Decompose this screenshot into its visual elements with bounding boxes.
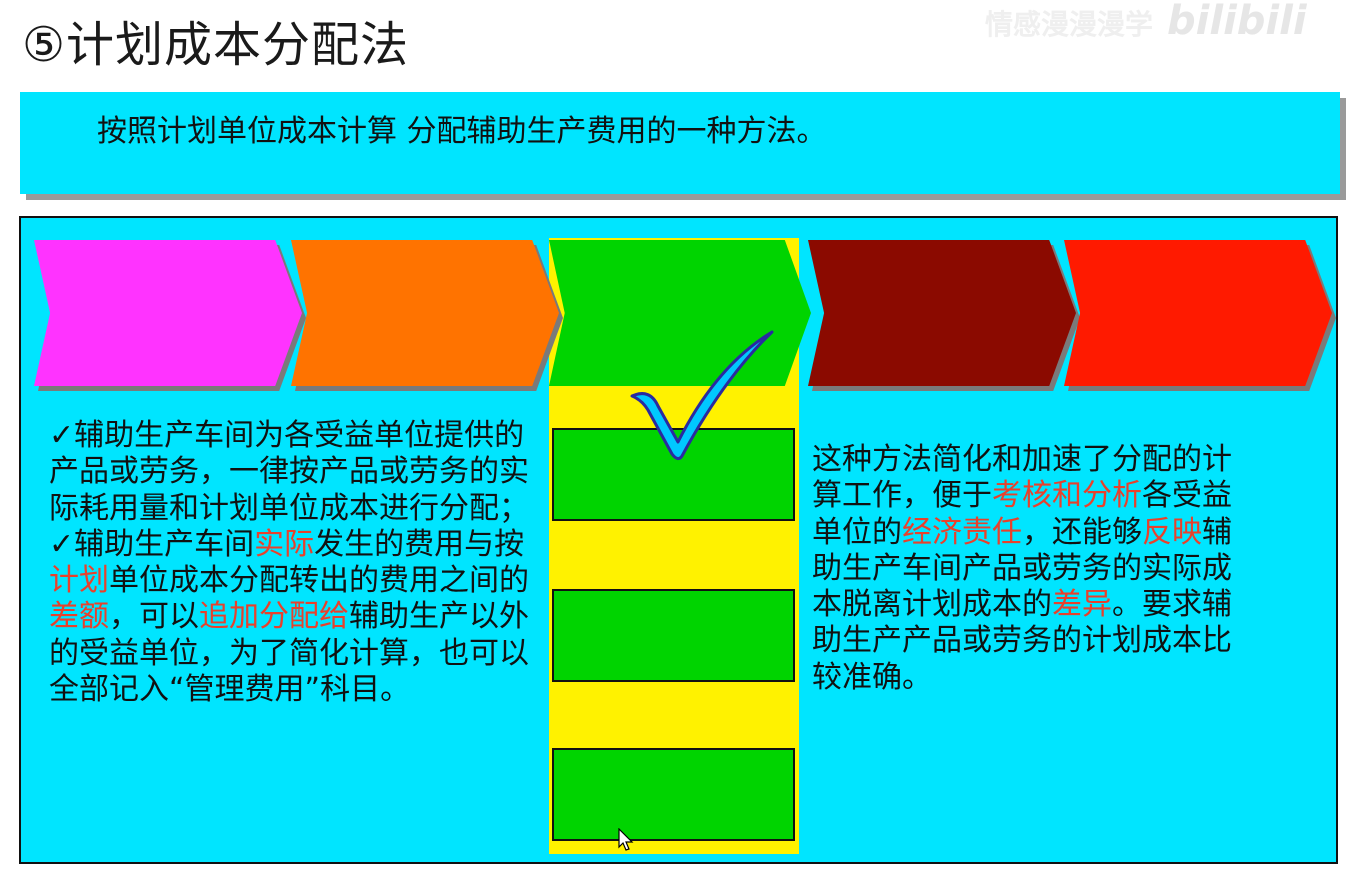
definition-text: 按照计划单位成本计算 分配辅助生产费用的一种方法。 [97,114,827,149]
main-panel: ✓辅助生产车间为各受益单位提供的产品或劳务，一律按产品或劳务的实际耗用量和计划单… [19,216,1338,864]
left-paragraph: ✓辅助生产车间为各受益单位提供的产品或劳务，一律按产品或劳务的实际耗用量和计划单… [49,418,529,527]
left-paragraph: ✓辅助生产车间实际发生的费用与按计划单位成本分配转出的费用之间的差额，可以追加分… [49,527,529,708]
highlighted-text: 考核和分析 [992,478,1142,514]
left-description: ✓辅助生产车间为各受益单位提供的产品或劳务，一律按产品或劳务的实际耗用量和计划单… [49,418,529,708]
slide-title: ⑤计划成本分配法 [22,17,410,73]
highlighted-text: 反映 [1142,514,1202,550]
definition-box: 按照计划单位成本计算 分配辅助生产费用的一种方法。 [20,92,1340,194]
body-text: 单位成本分配转出的费用之间的 [109,563,529,599]
watermark-text: 情感漫漫漫学 [985,8,1154,41]
check-mark-icon [630,330,774,461]
watermark: 情感漫漫漫学 bilibili [985,0,1345,42]
right-description: 这种方法简化和加速了分配的计算工作，便于考核和分析各受益单位的经济责任，还能够反… [812,442,1257,696]
green-block-2 [552,589,795,682]
body-text: ，还能够 [1022,514,1142,550]
chevron-step-2 [291,240,559,386]
highlighted-text: 经济责任 [902,514,1022,550]
body-text: 发生的费用与按 [314,526,525,562]
highlighted-text: 差异 [1052,587,1112,623]
body-text: ✓辅助生产车间 [49,526,255,562]
highlighted-text: 计划 [49,563,109,599]
chevron-step-4 [808,240,1076,386]
body-text: ，可以 [109,599,199,635]
chevron-step-5 [1064,240,1332,386]
bilibili-logo-icon: bilibili [1167,0,1307,42]
chevron-step-1 [34,240,302,386]
highlighted-text: 差额 [49,599,109,635]
highlighted-text: 实际 [254,526,315,562]
highlighted-text: 追加分配给 [199,599,349,635]
mouse-pointer-icon [618,828,634,851]
green-block-3 [552,748,795,841]
body-text: ✓辅助生产车间为各受益单位提供的产品或劳务，一律按产品或劳务的实际耗用量和计划单… [49,418,529,526]
